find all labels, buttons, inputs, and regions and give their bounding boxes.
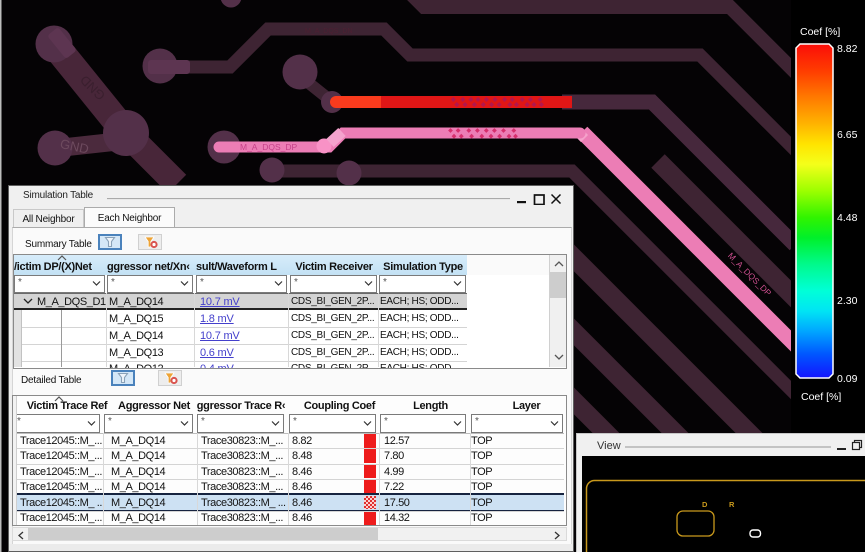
svg-text:0.09: 0.09 [837,373,858,385]
svg-text:2.30: 2.30 [837,295,858,307]
svg-text:8.82: 8.82 [837,43,858,55]
svg-text:Coef [%]: Coef [%] [800,26,840,38]
svg-text:6.65: 6.65 [837,129,858,141]
svg-text:Coef [%]: Coef [%] [801,391,841,403]
svg-text:R: R [729,500,735,509]
svg-text:4.48: 4.48 [837,212,858,224]
svg-text:D: D [702,500,708,509]
svg-text:M_A_DQS_DN: M_A_DQS_DN [305,28,352,35]
svg-text:M_A_DQS_DP: M_A_DQS_DP [240,142,297,152]
